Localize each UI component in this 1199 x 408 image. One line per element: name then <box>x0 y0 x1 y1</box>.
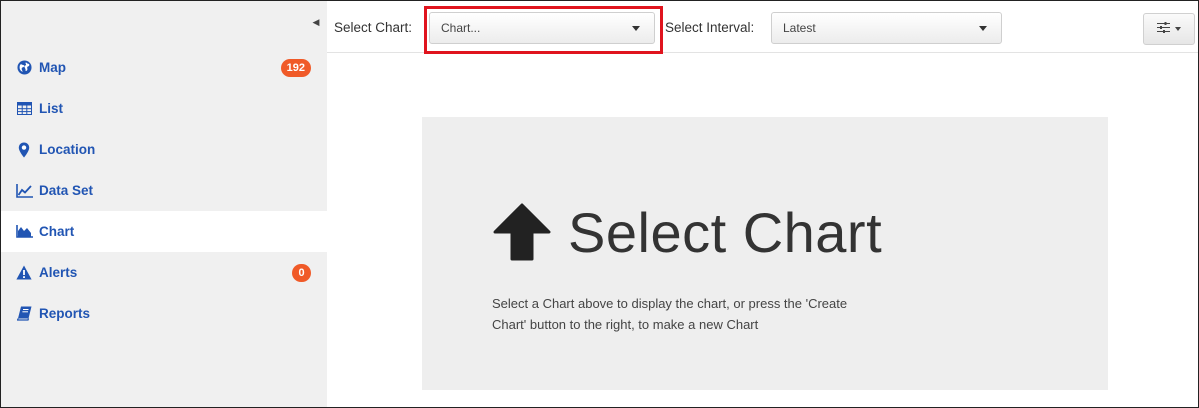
sidebar-item-data-set[interactable]: Data Set <box>1 170 327 211</box>
chart-select[interactable]: Chart... <box>429 12 655 44</box>
empty-state-description: Select a Chart above to display the char… <box>492 296 848 332</box>
sidebar: ◀ Map 192 List Location Data Set Chart A… <box>1 1 327 407</box>
caret-left-icon[interactable]: ◀ <box>305 9 327 35</box>
select-chart-label: Select Chart: <box>334 20 413 35</box>
sidebar-nav: Map 192 List Location Data Set Chart Ale… <box>1 47 327 334</box>
sidebar-item-map[interactable]: Map 192 <box>1 47 327 88</box>
alerts-count-badge: 0 <box>292 263 311 282</box>
sidebar-item-label: Location <box>39 142 96 157</box>
interval-select[interactable]: Latest <box>771 12 1002 44</box>
chevron-down-icon <box>632 26 640 31</box>
sidebar-item-list[interactable]: List <box>1 88 327 129</box>
empty-state-heading: Select Chart <box>492 197 882 267</box>
chevron-down-icon <box>1175 27 1181 31</box>
arrow-up-icon <box>493 203 551 261</box>
map-count-badge: 192 <box>280 58 311 77</box>
sidebar-item-label: List <box>39 101 64 116</box>
sidebar-item-reports[interactable]: Reports <box>1 293 327 334</box>
chevron-down-icon <box>979 26 987 31</box>
warning-icon <box>15 265 33 281</box>
chart-options-button[interactable] <box>1143 13 1195 45</box>
area-chart-icon <box>15 224 33 240</box>
line-chart-icon <box>15 183 33 199</box>
toolbar: Select Chart: Chart... Select Interval: … <box>327 1 1198 53</box>
sidebar-item-alerts[interactable]: Alerts 0 <box>1 252 327 293</box>
chart-select-value: Chart... <box>441 21 481 35</box>
sidebar-item-chart[interactable]: Chart <box>1 211 327 252</box>
book-icon <box>15 306 33 322</box>
sidebar-item-label: Reports <box>39 306 91 321</box>
sidebar-item-label: Data Set <box>39 183 94 198</box>
sliders-icon <box>1157 20 1170 38</box>
map-marker-icon <box>15 142 33 158</box>
interval-select-value: Latest <box>783 21 816 35</box>
sidebar-item-label: Map <box>39 60 66 75</box>
globe-icon <box>15 60 33 76</box>
sidebar-item-location[interactable]: Location <box>1 129 327 170</box>
sidebar-item-label: Chart <box>39 224 75 239</box>
table-icon <box>15 101 33 117</box>
empty-state-panel: Select Chart Select a Chart above to dis… <box>422 117 1108 390</box>
page-title: Select Chart <box>568 200 883 264</box>
select-interval-label: Select Interval: <box>665 20 755 35</box>
sidebar-item-label: Alerts <box>39 265 78 280</box>
